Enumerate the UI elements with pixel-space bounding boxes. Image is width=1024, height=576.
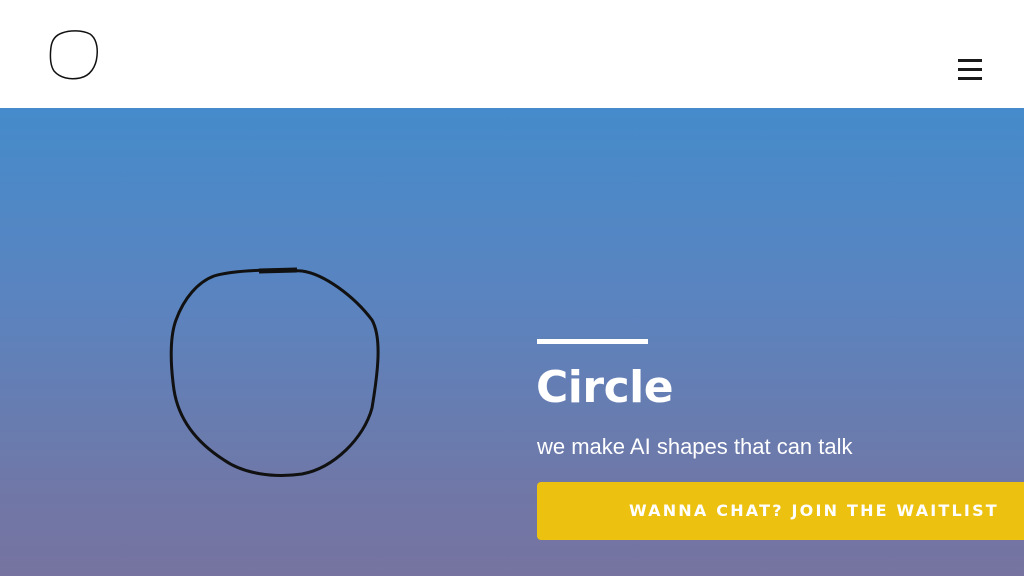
join-waitlist-label: WANNA CHAT? JOIN THE WAITLIST bbox=[629, 501, 999, 520]
join-waitlist-button[interactable]: WANNA CHAT? JOIN THE WAITLIST bbox=[537, 482, 1024, 540]
site-header bbox=[0, 0, 1024, 108]
page-title: Circle bbox=[536, 362, 674, 413]
title-accent-bar bbox=[537, 339, 648, 344]
hand-drawn-circle-icon bbox=[164, 262, 388, 482]
hamburger-menu-icon[interactable] bbox=[952, 56, 988, 84]
hero-section: Circle we make AI shapes that can talk W… bbox=[0, 108, 1024, 576]
logo-circle-icon[interactable] bbox=[48, 29, 100, 81]
tagline: we make AI shapes that can talk bbox=[537, 434, 853, 459]
